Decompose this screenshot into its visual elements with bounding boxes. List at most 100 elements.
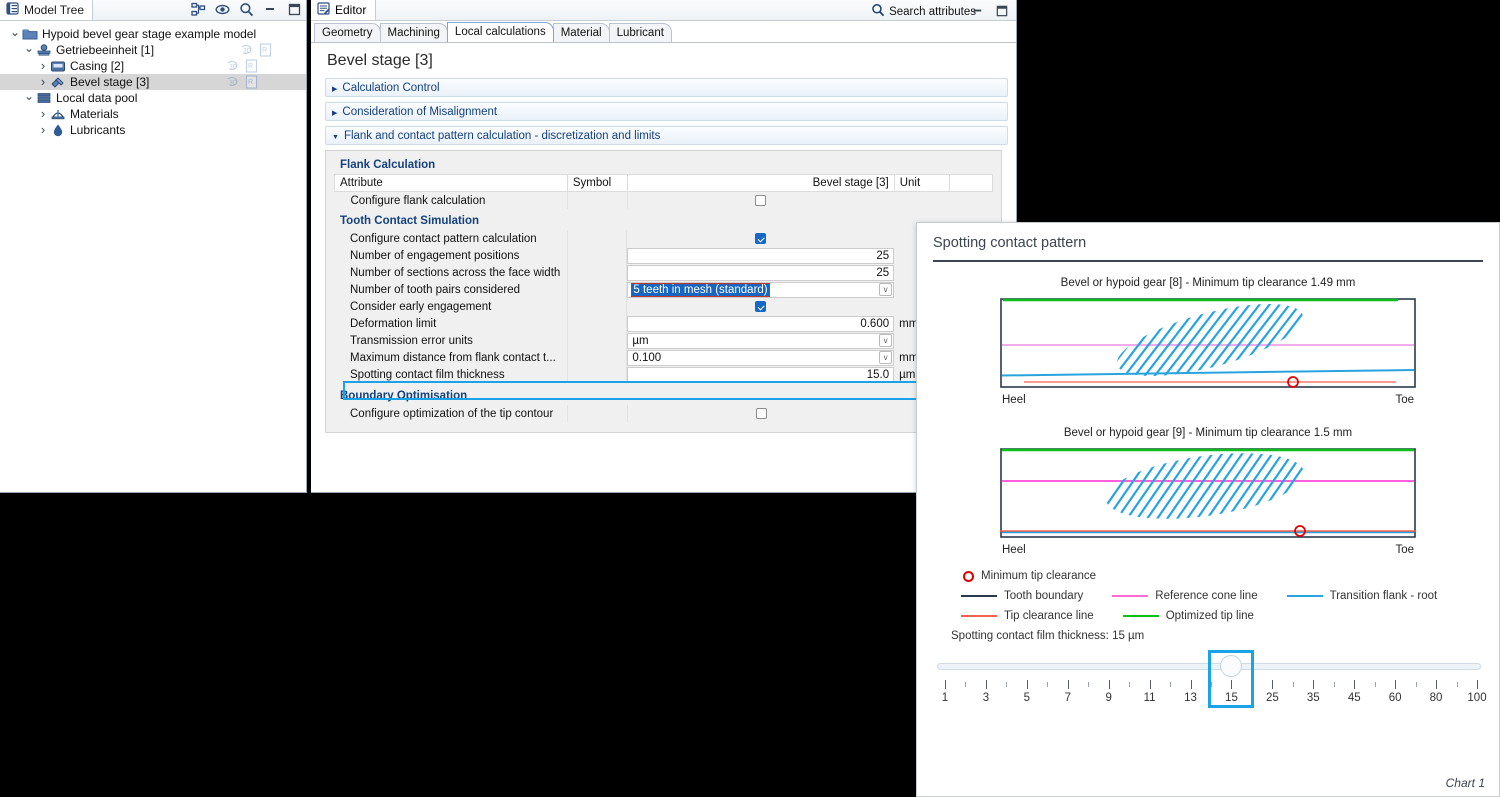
- checkbox-configure-optimization-tip-contour[interactable]: [756, 408, 767, 419]
- row-symbol: [567, 247, 627, 264]
- combo-transmission-error-units[interactable]: µm v: [627, 333, 894, 349]
- checkbox-consider-early-engagement[interactable]: [755, 301, 766, 312]
- legend-label: Minimum tip clearance: [981, 570, 1096, 582]
- tree-row-badges: 3D R: [226, 75, 258, 89]
- search-icon[interactable]: [239, 2, 254, 17]
- report-icon[interactable]: R: [259, 43, 272, 57]
- row-value: µm v: [627, 332, 894, 349]
- row-value: 5 teeth in mesh (standard) v: [627, 281, 894, 298]
- slider-tick-major: [1150, 680, 1151, 689]
- table-row[interactable]: Consider early engagement: [334, 298, 993, 315]
- chevron-down-icon[interactable]: v: [879, 351, 892, 364]
- table-row[interactable]: Configure optimization of the tip contou…: [334, 405, 993, 422]
- legend-item-reference-cone-line: Reference cone line: [1112, 590, 1257, 602]
- tab-geometry[interactable]: Geometry: [314, 23, 381, 42]
- input-number-of-sections[interactable]: 25: [627, 265, 894, 281]
- section-consideration-of-misalignment[interactable]: Consideration of Misalignment: [325, 102, 1008, 121]
- tree-item-gear-unit[interactable]: Getriebeeinheit [1] 3D R: [0, 42, 306, 58]
- report-icon[interactable]: R: [245, 75, 258, 89]
- maximize-icon[interactable]: [995, 4, 1010, 19]
- row-label: Configure contact pattern calculation: [334, 230, 567, 247]
- chart-2-label-toe: Toe: [1395, 544, 1414, 556]
- tree-item-label: Hypoid bevel gear stage example model: [42, 27, 256, 41]
- slider-tick-label: 80: [1430, 692, 1443, 704]
- materials-icon: [50, 107, 67, 122]
- table-row[interactable]: Configure flank calculation: [335, 192, 993, 210]
- section-calculation-control[interactable]: Calculation Control: [325, 78, 1008, 97]
- chevron-down-icon[interactable]: [8, 26, 22, 43]
- report-icon[interactable]: R: [245, 59, 258, 73]
- film-thickness-slider[interactable]: 135791113152535456080100: [929, 650, 1487, 710]
- svg-text:R: R: [248, 63, 253, 70]
- slider-tick-minor: [1457, 682, 1458, 687]
- 3d-view-icon[interactable]: 3D: [240, 43, 253, 57]
- tab-editor-label: Editor: [335, 3, 366, 17]
- tab-lubricant[interactable]: Lubricant: [609, 23, 672, 42]
- tree-item-materials[interactable]: Materials: [0, 106, 306, 122]
- tab-material[interactable]: Material: [553, 23, 610, 42]
- 3d-view-icon[interactable]: 3D: [226, 59, 239, 73]
- slider-tick-major: [1436, 680, 1437, 689]
- chevron-down-icon[interactable]: v: [879, 334, 892, 347]
- tree-item-casing[interactable]: Casing [2] 3D R: [0, 58, 306, 74]
- chevron-down-icon[interactable]: [22, 42, 36, 59]
- legend-item-minimum-tip-clearance: Minimum tip clearance: [961, 570, 1096, 582]
- legend-row-marker: Minimum tip clearance: [961, 570, 1499, 582]
- combo-number-of-tooth-pairs[interactable]: 5 teeth in mesh (standard) v: [627, 282, 894, 298]
- table-row[interactable]: Transmission error units µm v: [334, 332, 993, 349]
- table-row[interactable]: Maximum distance from flank contact t...…: [334, 349, 993, 366]
- chevron-down-icon[interactable]: v: [879, 283, 892, 296]
- checkbox-configure-flank-calculation[interactable]: [755, 195, 766, 206]
- circle-marker-icon: [963, 571, 974, 582]
- tree-item-bevel-stage[interactable]: Bevel stage [3] 3D R: [0, 74, 306, 90]
- slider-tick-major: [1109, 680, 1110, 689]
- slider-tick-major: [1477, 680, 1478, 689]
- 3d-view-icon[interactable]: 3D: [226, 75, 239, 89]
- row-symbol: [567, 315, 627, 332]
- table-row[interactable]: Number of engagement positions 25: [334, 247, 993, 264]
- combo-selected-text: 0.100: [632, 352, 661, 364]
- row-symbol: [567, 264, 627, 281]
- eye-icon[interactable]: [215, 2, 230, 17]
- tree-item-root[interactable]: Hypoid bevel gear stage example model: [0, 26, 306, 42]
- tab-local-calculations[interactable]: Local calculations: [447, 22, 554, 42]
- chevron-down-icon[interactable]: [22, 90, 36, 107]
- tab-machining[interactable]: Machining: [380, 23, 448, 42]
- checkbox-configure-contact-pattern-calculation[interactable]: [755, 233, 766, 244]
- section-label: Flank and contact pattern calculation - …: [344, 130, 660, 142]
- legend-label: Reference cone line: [1155, 590, 1257, 602]
- row-value: [627, 192, 894, 210]
- input-number-of-engagement-positions[interactable]: 25: [627, 248, 894, 264]
- chart-2-axis-labels: Heel Toe: [1000, 544, 1416, 556]
- minimize-icon[interactable]: [971, 4, 986, 19]
- link-with-editor-icon[interactable]: [191, 2, 206, 17]
- tab-model-tree[interactable]: Model Tree: [0, 0, 93, 20]
- input-deformation-limit[interactable]: 0.600: [627, 316, 894, 332]
- minimize-icon[interactable]: [263, 2, 278, 17]
- maximize-icon[interactable]: [287, 2, 302, 17]
- table-row[interactable]: Number of tooth pairs considered 5 teeth…: [334, 281, 993, 298]
- table-row-highlighted[interactable]: Spotting contact film thickness 15.0 µm: [334, 366, 993, 383]
- model-tree-icon: [6, 2, 19, 18]
- search-attributes-control[interactable]: Search attributes: [871, 3, 976, 20]
- section-flank-and-contact-pattern[interactable]: Flank and contact pattern calculation - …: [325, 126, 1008, 145]
- table-row[interactable]: Deformation limit 0.600 mm: [334, 315, 993, 332]
- combo-maximum-distance-from-flank-contact[interactable]: 0.100 v: [627, 350, 894, 366]
- row-symbol: [567, 192, 627, 210]
- tree-item-local-data-pool[interactable]: Local data pool: [0, 90, 306, 106]
- film-thickness-label: Spotting contact film thickness: 15 µm: [951, 630, 1499, 642]
- table-row[interactable]: Configure contact pattern calculation: [334, 230, 993, 247]
- input-spotting-contact-film-thickness[interactable]: 15.0: [627, 367, 894, 383]
- row-label: Transmission error units: [334, 332, 567, 349]
- tab-editor[interactable]: Editor: [311, 0, 376, 20]
- table-row[interactable]: Number of sections across the face width…: [334, 264, 993, 281]
- legend-item-transition-flank-root: Transition flank - root: [1287, 590, 1438, 602]
- chevron-right-icon[interactable]: [36, 106, 50, 123]
- line-swatch-icon: [1123, 615, 1159, 618]
- chevron-right-icon[interactable]: [36, 122, 50, 139]
- chevron-right-icon[interactable]: [36, 58, 50, 75]
- chevron-right-icon[interactable]: [36, 74, 50, 91]
- tree-item-lubricants[interactable]: Lubricants: [0, 122, 306, 138]
- chart-2-svg: [1000, 448, 1416, 538]
- row-label: Number of sections across the face width: [334, 264, 567, 281]
